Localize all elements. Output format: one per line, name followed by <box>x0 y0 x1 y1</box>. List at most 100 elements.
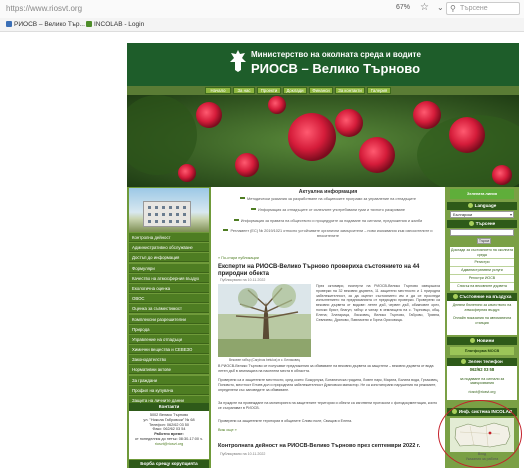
air-quality-heading: Състояние на въздуха <box>447 293 517 301</box>
news-item[interactable]: Методически указания за разработване на … <box>212 197 444 202</box>
menu-item[interactable]: Контролна дейност <box>129 233 209 242</box>
news-item-text[interactable]: Методически указания за разработване на … <box>247 197 416 201</box>
nav-home[interactable]: Начало <box>205 87 231 94</box>
article-title[interactable]: Контролната дейност на РИОСВ-Велико Търн… <box>218 443 440 449</box>
frog-icon <box>233 218 239 221</box>
search-heading-text: Търсене <box>475 221 496 226</box>
bulgaria-map-image[interactable] <box>450 418 514 452</box>
globe-icon <box>6 21 12 27</box>
article-date: Публикувано на 10.11.2022 <box>220 452 266 456</box>
menu-item[interactable]: Профил на купувача <box>129 385 209 395</box>
menu-item[interactable]: Управление на отпадъци <box>129 334 209 344</box>
menu-item[interactable]: ОВОС <box>129 294 209 304</box>
sidebar-link[interactable]: Списък на вековните дървета <box>450 283 514 291</box>
air-heading-text: Състояние на въздуха <box>459 294 512 299</box>
site-title[interactable]: РИОСВ – Велико Търново <box>251 61 420 76</box>
top-navigation: Начало За нас Проекти Доклади Финанси За… <box>127 86 519 95</box>
green-phone-email[interactable]: riosvt@riosvt.org <box>447 388 517 397</box>
header-banner-image <box>127 95 519 187</box>
address-bar[interactable]: https://www.riosvt.org 67% ☆ ⌄ ⚲ Търсене <box>0 0 524 18</box>
language-select[interactable]: Български ▾ <box>450 211 514 218</box>
search-icon: ⚲ <box>450 4 456 13</box>
phone-icon <box>461 359 467 364</box>
nav-about[interactable]: За нас <box>233 87 255 94</box>
browser-chrome: https://www.riosvt.org 67% ☆ ⌄ ⚲ Търсене… <box>0 0 524 32</box>
menu-item[interactable]: Комплексни разрешителни <box>129 314 209 324</box>
building-icon <box>143 201 191 227</box>
article-paragraph: В РИОСВ-Велико Търново се получават пред… <box>218 364 434 373</box>
building-photo <box>129 188 209 232</box>
menu-item[interactable]: Екологична оценка <box>129 283 209 293</box>
news-item-text[interactable]: Информация за отпадъците от излезлите уп… <box>258 208 405 212</box>
article-image-caption: Вековен габър (Carpinus betulus) в с. Бе… <box>228 358 301 362</box>
nav-reports[interactable]: Доклади <box>283 87 307 94</box>
menu-item[interactable]: Качество на атмосферния въздух <box>129 273 209 283</box>
news-item[interactable]: Регламент (ЕС) № 2019/1021 относно устой… <box>212 229 444 239</box>
nav-gallery[interactable]: Галерия <box>367 87 391 94</box>
article-paragraph: Проверени са и защитените местности, сре… <box>218 378 439 392</box>
contact-email-link[interactable]: riosvt@riosvt.org <box>129 442 209 447</box>
coat-of-arms-icon[interactable] <box>229 49 247 73</box>
site-header: Министерство на околната среда и водите … <box>127 43 519 86</box>
news-item[interactable]: Информация за отпадъците от излезлите уп… <box>212 207 444 213</box>
search-heading: Търсене <box>447 220 517 228</box>
green-phone-text: за подаване на сигнали за замърсявания <box>459 376 505 386</box>
main-content: Актуална информация Методически указания… <box>212 187 444 468</box>
news-item-text[interactable]: Информация за правата на обществото и пр… <box>241 219 422 223</box>
air-link[interactable]: Онлайн показания на автоматична станция <box>447 314 517 327</box>
incolab-instructions-link[interactable]: Указания за работа <box>447 457 517 462</box>
ministry-name: Министерство на околната среда и водите <box>251 50 421 59</box>
green-line-banner[interactable]: Зелената линия <box>450 189 514 199</box>
news-sidebar-heading: Новини <box>447 337 517 345</box>
nav-projects[interactable]: Проекти <box>257 87 281 94</box>
green-phone-heading-text: Зелен телефон <box>468 359 503 364</box>
menu-item[interactable]: Природа <box>129 324 209 334</box>
search-button[interactable]: Търси <box>477 238 491 244</box>
chevron-down-icon[interactable]: ⌄ <box>437 3 444 12</box>
news-item-text[interactable]: Регламент (ЕС) № 2019/1021 относно устой… <box>230 229 432 238</box>
older-posts-link[interactable]: » По-стари публикации <box>218 256 259 260</box>
language-value: Български <box>453 212 473 217</box>
menu-item[interactable]: Химични вещества и СЕВЕЗО <box>129 345 209 355</box>
menu-item[interactable]: Нормативни актове <box>129 365 209 375</box>
bookmark-star-icon[interactable]: ☆ <box>420 2 429 13</box>
sidebar-link[interactable]: Регистри <box>450 259 514 267</box>
left-menu: Контролна дейност Административно обслуж… <box>129 233 209 406</box>
leaf-icon <box>86 21 92 27</box>
article-title[interactable]: Експерти на РИОСВ-Велико Търново провери… <box>218 264 440 278</box>
menu-item[interactable]: Административно обслужване <box>129 243 209 253</box>
platform-button[interactable]: Платформа МОСВ <box>450 347 514 355</box>
browser-search-input[interactable]: ⚲ Търсене <box>446 2 520 15</box>
nav-contacts[interactable]: За контакти <box>335 87 365 94</box>
site-search-input[interactable] <box>450 229 514 236</box>
bookmark-label: РИОСВ – Велико Тър... <box>14 21 85 28</box>
cloud-icon <box>452 294 458 299</box>
menu-item[interactable]: Оценка за съвместимост <box>129 304 209 314</box>
article-tree-photo[interactable] <box>218 284 311 357</box>
incolab-login[interactable]: Вход Указания за работа <box>447 452 517 461</box>
menu-item[interactable]: За граждани <box>129 375 209 385</box>
green-phone-box: 062/62 03 58 за подаване на сигнали за з… <box>447 366 517 400</box>
zoom-level[interactable]: 67% <box>396 4 410 11</box>
menu-item[interactable]: Достъп до информация <box>129 253 209 263</box>
url-text[interactable]: https://www.riosvt.org <box>6 4 82 13</box>
sidebar-link[interactable]: Административни услуги <box>450 267 514 275</box>
frog-icon <box>240 197 246 199</box>
menu-item[interactable]: Формуляри <box>129 263 209 273</box>
globe-icon <box>467 203 473 208</box>
language-heading-text: Language <box>474 203 497 208</box>
air-link[interactable]: Дневни бюлетини за качеството на атмосфе… <box>447 301 517 314</box>
bookmark-incolab[interactable]: INCOLAB - Login <box>86 21 144 28</box>
sidebar-link[interactable]: Доклади за състоянието на околната среда <box>450 247 514 260</box>
anti-corruption-heading[interactable]: Борба срещу корупцията <box>129 460 209 468</box>
read-more-link[interactable]: Виж още » <box>218 428 237 432</box>
bookmark-riosvt[interactable]: РИОСВ – Велико Тър... <box>6 21 85 28</box>
database-icon <box>451 409 457 414</box>
frog-icon <box>223 229 229 232</box>
news-item[interactable]: Информация за правата на обществото и пр… <box>212 218 444 224</box>
sidebar-link[interactable]: Регистри ИОСВ <box>450 275 514 283</box>
green-phone-number: 062/62 03 58 <box>469 367 495 372</box>
menu-item[interactable]: Законодателство <box>129 355 209 365</box>
news-list: Методически указания за разработване на … <box>212 197 444 245</box>
nav-finance[interactable]: Финанси <box>309 87 333 94</box>
